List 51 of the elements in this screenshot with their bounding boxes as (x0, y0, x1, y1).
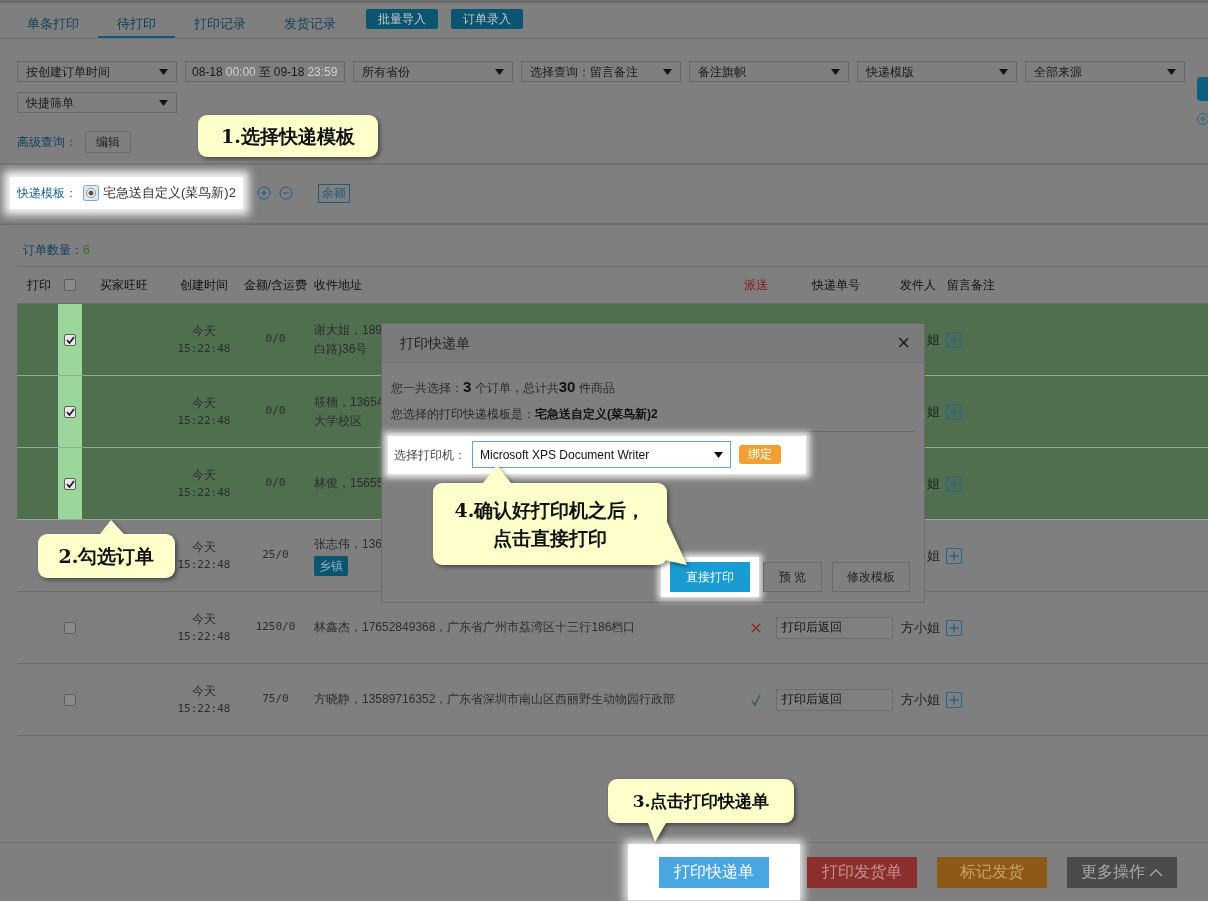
sender-text: 方小姐 (901, 618, 940, 637)
callout: 3.点击打印快递单 (608, 779, 794, 842)
sender-text: 姐 (927, 402, 940, 421)
date-text: 今天 (192, 610, 216, 628)
table-cell-text: 0/0 (264, 475, 287, 492)
time-text: 15:22:48 (177, 412, 231, 429)
column-header: 金额/含运费 (243, 277, 308, 294)
callout: 4.确认好打印机之后， 点击直接打印 (433, 465, 690, 565)
column-header: 快递单号 (811, 277, 861, 294)
callout: 2.勾选订单 (38, 520, 175, 578)
address-text: 大学校区 (314, 412, 362, 430)
column-header: 留言备注 (946, 277, 996, 294)
time-text: 15:22:48 (177, 484, 231, 501)
order-count: 6 (83, 242, 90, 259)
field-label: 订单数量： (23, 242, 83, 259)
column-header: 派送 (742, 277, 769, 294)
column-header: 创建时间 (179, 277, 229, 294)
table-cell-text: 0/0 (264, 403, 287, 420)
table-cell-text: 75/0 (261, 691, 290, 708)
template-text: 您选择的打印快递模板是：宅急送自定义(菜鸟新)2 (390, 405, 659, 423)
summary-text: 您一共选择：3 个订单，总计共30 件商品 (390, 377, 616, 397)
time-text: 15:22:48 (177, 556, 231, 573)
date-text: 今天 (192, 322, 216, 340)
column-header: 买家旺旺 (99, 277, 149, 294)
address-text: 方晓静，13589716352，广东省深圳市南山区西丽野生动物园行政部 (314, 691, 676, 708)
field-label: 高级查询： (17, 134, 77, 151)
date-text: 今天 (192, 538, 216, 556)
address-text: 张志伟，136 (314, 536, 383, 553)
table-cell-text: 0/0 (264, 331, 287, 348)
date-text: 今天 (192, 682, 216, 700)
time-text: 15:22:48 (177, 700, 231, 717)
tag: 乡镇 (314, 556, 348, 576)
table-cell-text: 25/0 (261, 547, 290, 564)
address-text: 林鑫杰，17652849368，广东省广州市荔湾区十三行186档口 (314, 619, 636, 636)
table-cell-text: 1250/0 (254, 619, 297, 636)
sender-text: 姐 (927, 330, 940, 349)
field-label: 选择打印机： (394, 446, 466, 464)
address-text: 谢大姐，189 (314, 321, 383, 339)
field-label: 快递模板： (17, 185, 77, 202)
date-text: 今天 (192, 394, 216, 412)
column-header: 发件人 (899, 277, 937, 294)
address-text: 白路)36号 (314, 340, 368, 358)
time-text: 15:22:48 (177, 340, 231, 357)
column-header: 收件地址 (313, 277, 363, 294)
dialog-title: 打印快递单 (400, 333, 470, 353)
date-text: 今天 (192, 466, 216, 484)
column-header: 打印 (26, 277, 52, 294)
sender-text: 方小姐 (901, 690, 940, 709)
sender-text: 姐 (927, 474, 940, 493)
time-text: 15:22:48 (177, 628, 231, 645)
sender-text: 姐 (927, 546, 940, 565)
